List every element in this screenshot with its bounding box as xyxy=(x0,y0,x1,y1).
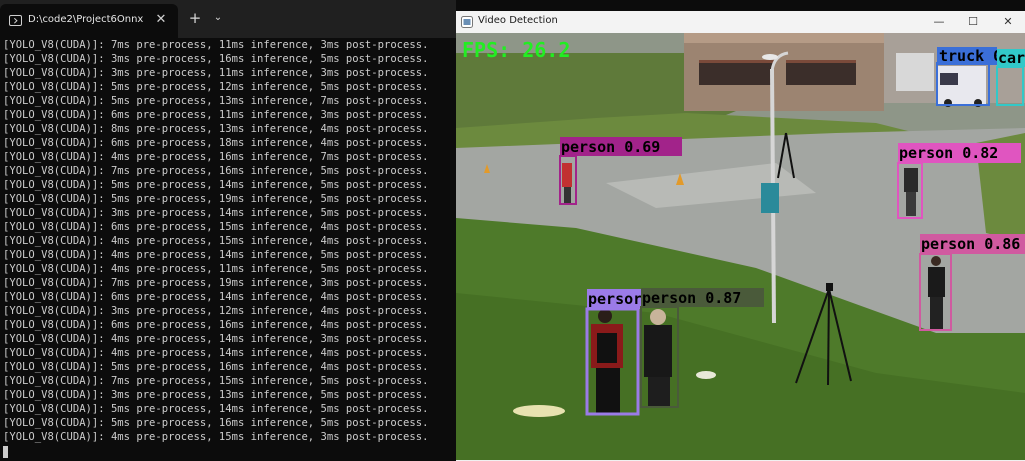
log-line: [YOLO_V8(CUDA)]: 5ms pre-process, 12ms i… xyxy=(3,81,429,93)
log-line: [YOLO_V8(CUDA)]: 5ms pre-process, 14ms i… xyxy=(3,403,429,415)
log-line: [YOLO_V8(CUDA)]: 6ms pre-process, 15ms i… xyxy=(3,221,429,233)
log-line: [YOLO_V8(CUDA)]: 6ms pre-process, 11ms i… xyxy=(3,109,429,121)
terminal-output[interactable]: [YOLO_V8(CUDA)]: 7ms pre-process, 11ms i… xyxy=(3,38,455,461)
log-line: [YOLO_V8(CUDA)]: 3ms pre-process, 12ms i… xyxy=(3,305,429,317)
fps-counter: FPS: 26.2 xyxy=(462,38,570,62)
log-line: [YOLO_V8(CUDA)]: 7ms pre-process, 19ms i… xyxy=(3,277,429,289)
tab-bar: D:\code2\Project6Onnx1.18.1\ ✕ + ⌄ xyxy=(0,0,456,38)
log-line: [YOLO_V8(CUDA)]: 4ms pre-process, 11ms i… xyxy=(3,263,429,275)
log-line: [YOLO_V8(CUDA)]: 5ms pre-process, 19ms i… xyxy=(3,193,429,205)
log-line: [YOLO_V8(CUDA)]: 8ms pre-process, 13ms i… xyxy=(3,123,429,135)
log-line: [YOLO_V8(CUDA)]: 4ms pre-process, 16ms i… xyxy=(3,151,429,163)
log-line: [YOLO_V8(CUDA)]: 3ms pre-process, 13ms i… xyxy=(3,389,429,401)
log-line: [YOLO_V8(CUDA)]: 7ms pre-process, 15ms i… xyxy=(3,375,429,387)
log-line: [YOLO_V8(CUDA)]: 4ms pre-process, 14ms i… xyxy=(3,333,429,345)
log-line: [YOLO_V8(CUDA)]: 7ms pre-process, 11ms i… xyxy=(3,39,429,51)
log-line: [YOLO_V8(CUDA)]: 4ms pre-process, 14ms i… xyxy=(3,347,429,359)
log-line: [YOLO_V8(CUDA)]: 3ms pre-process, 16ms i… xyxy=(3,53,429,65)
terminal-cursor xyxy=(3,446,8,458)
log-line: [YOLO_V8(CUDA)]: 4ms pre-process, 15ms i… xyxy=(3,235,429,247)
camera-scene: truck 0 car person 0.69 person 0.82 pers… xyxy=(456,33,1025,460)
log-line: [YOLO_V8(CUDA)]: 6ms pre-process, 18ms i… xyxy=(3,137,429,149)
detection-label: persor xyxy=(588,290,642,308)
detection-label: person 0.82 xyxy=(899,144,998,162)
video-window-title: Video Detection xyxy=(478,15,558,26)
terminal-tab[interactable]: D:\code2\Project6Onnx1.18.1\ ✕ xyxy=(0,4,178,38)
detection-label: person 0.86 xyxy=(921,235,1020,253)
new-tab-button[interactable]: + xyxy=(186,9,204,27)
tab-dropdown-button[interactable]: ⌄ xyxy=(210,9,226,27)
minimize-button[interactable]: — xyxy=(922,11,956,33)
maximize-button[interactable]: ☐ xyxy=(956,11,990,33)
log-line: [YOLO_V8(CUDA)]: 5ms pre-process, 13ms i… xyxy=(3,95,429,107)
video-detection-window: Video Detection — ☐ ✕ truck 0 car person… xyxy=(456,11,1025,461)
log-line: [YOLO_V8(CUDA)]: 5ms pre-process, 16ms i… xyxy=(3,361,429,373)
detection-label: person 0.69 xyxy=(561,138,660,156)
video-window-titlebar[interactable]: Video Detection — ☐ ✕ xyxy=(456,11,1025,33)
log-line: [YOLO_V8(CUDA)]: 3ms pre-process, 11ms i… xyxy=(3,67,429,79)
close-tab-icon[interactable]: ✕ xyxy=(153,11,169,29)
log-line: [YOLO_V8(CUDA)]: 6ms pre-process, 16ms i… xyxy=(3,319,429,331)
log-line: [YOLO_V8(CUDA)]: 6ms pre-process, 14ms i… xyxy=(3,291,429,303)
tab-title: D:\code2\Project6Onnx1.18.1\ xyxy=(28,14,144,25)
log-line: [YOLO_V8(CUDA)]: 5ms pre-process, 14ms i… xyxy=(3,179,429,191)
detection-label: person 0.87 xyxy=(642,289,741,307)
person-figure xyxy=(904,168,918,216)
log-line: [YOLO_V8(CUDA)]: 4ms pre-process, 14ms i… xyxy=(3,249,429,261)
detection-label: car xyxy=(998,49,1025,67)
log-line: [YOLO_V8(CUDA)]: 3ms pre-process, 14ms i… xyxy=(3,207,429,219)
close-window-button[interactable]: ✕ xyxy=(991,11,1025,33)
log-line: [YOLO_V8(CUDA)]: 7ms pre-process, 16ms i… xyxy=(3,165,429,177)
terminal-window: D:\code2\Project6Onnx1.18.1\ ✕ + ⌄ [YOLO… xyxy=(0,0,456,461)
log-line: [YOLO_V8(CUDA)]: 4ms pre-process, 15ms i… xyxy=(3,431,429,443)
detection-label: truck 0 xyxy=(939,47,1002,65)
terminal-icon xyxy=(9,15,22,26)
app-icon xyxy=(461,16,473,28)
video-frame: truck 0 car person 0.69 person 0.82 pers… xyxy=(456,33,1025,460)
log-line: [YOLO_V8(CUDA)]: 5ms pre-process, 16ms i… xyxy=(3,417,429,429)
